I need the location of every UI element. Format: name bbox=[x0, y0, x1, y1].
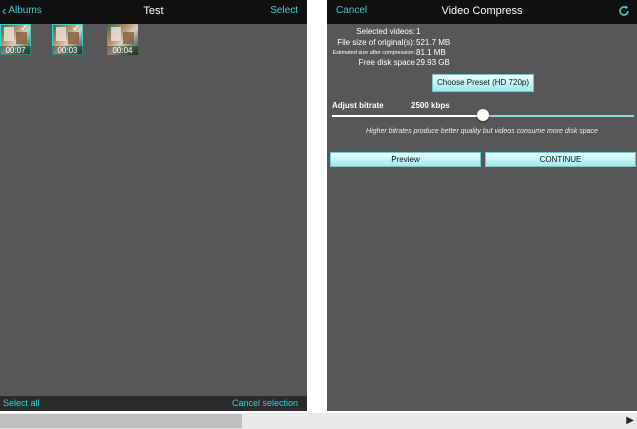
pane-divider bbox=[307, 0, 327, 411]
bitrate-hint: Higher bitrates produce better quality b… bbox=[366, 128, 598, 135]
horizontal-scrollbar[interactable]: ▶ bbox=[0, 413, 637, 429]
selection-toolbar: Select all Cancel selection bbox=[0, 396, 307, 411]
bitrate-slider[interactable] bbox=[332, 109, 634, 121]
video-thumbnail-3[interactable]: 00:04 bbox=[107, 24, 138, 55]
checkmark-icon: ✓ bbox=[20, 24, 29, 34]
checkmark-icon: ✓ bbox=[72, 24, 81, 34]
compress-title: Video Compress bbox=[441, 5, 523, 17]
selected-videos-value: 1 bbox=[416, 27, 421, 36]
bitrate-slider-thumb[interactable] bbox=[477, 109, 489, 121]
bitrate-slider-fill bbox=[332, 115, 483, 117]
continue-button[interactable]: CONTINUE bbox=[485, 152, 636, 167]
refresh-icon[interactable] bbox=[617, 4, 631, 18]
video-thumbnail-2[interactable]: ✓ 00:03 bbox=[52, 24, 83, 55]
video-duration: 00:07 bbox=[0, 46, 31, 55]
choose-preset-button[interactable]: Choose Preset (HD 720p) bbox=[432, 74, 534, 92]
album-nav-bar: ‹ Albums Test Select bbox=[0, 0, 307, 24]
selected-videos-label: Selected videos: bbox=[356, 27, 415, 36]
estimated-size-value: 81.1 MB bbox=[416, 48, 446, 57]
scrollbar-thumb[interactable] bbox=[0, 414, 242, 428]
album-pane: ‹ Albums Test Select ✓ 00:07 ✓ 00:03 00:… bbox=[0, 0, 307, 411]
bitrate-label: Adjust bitrate bbox=[332, 101, 384, 110]
bitrate-value: 2500 kbps bbox=[411, 101, 450, 110]
arrow-right-icon[interactable]: ▶ bbox=[626, 415, 634, 426]
video-compress-pane: Cancel Video Compress Selected videos: 1… bbox=[327, 0, 637, 411]
free-space-label: Free disk space bbox=[358, 58, 415, 67]
original-size-value: 521.7 MB bbox=[416, 38, 451, 47]
original-size-label: File size of original(s): bbox=[337, 38, 415, 47]
estimated-size-label: Estimated size after compression: bbox=[332, 50, 415, 56]
video-duration: 00:04 bbox=[107, 46, 138, 55]
free-space-value: 29.93 GB bbox=[416, 58, 450, 67]
select-all-button[interactable]: Select all bbox=[3, 398, 40, 408]
compress-nav-bar: Cancel Video Compress bbox=[327, 0, 637, 24]
album-title: Test bbox=[143, 5, 164, 17]
video-thumbnail-1[interactable]: ✓ 00:07 bbox=[0, 24, 31, 55]
cancel-selection-button[interactable]: Cancel selection bbox=[232, 398, 298, 408]
select-button[interactable]: Select bbox=[270, 5, 298, 16]
video-duration: 00:03 bbox=[52, 46, 83, 55]
preview-button[interactable]: Preview bbox=[330, 152, 481, 167]
